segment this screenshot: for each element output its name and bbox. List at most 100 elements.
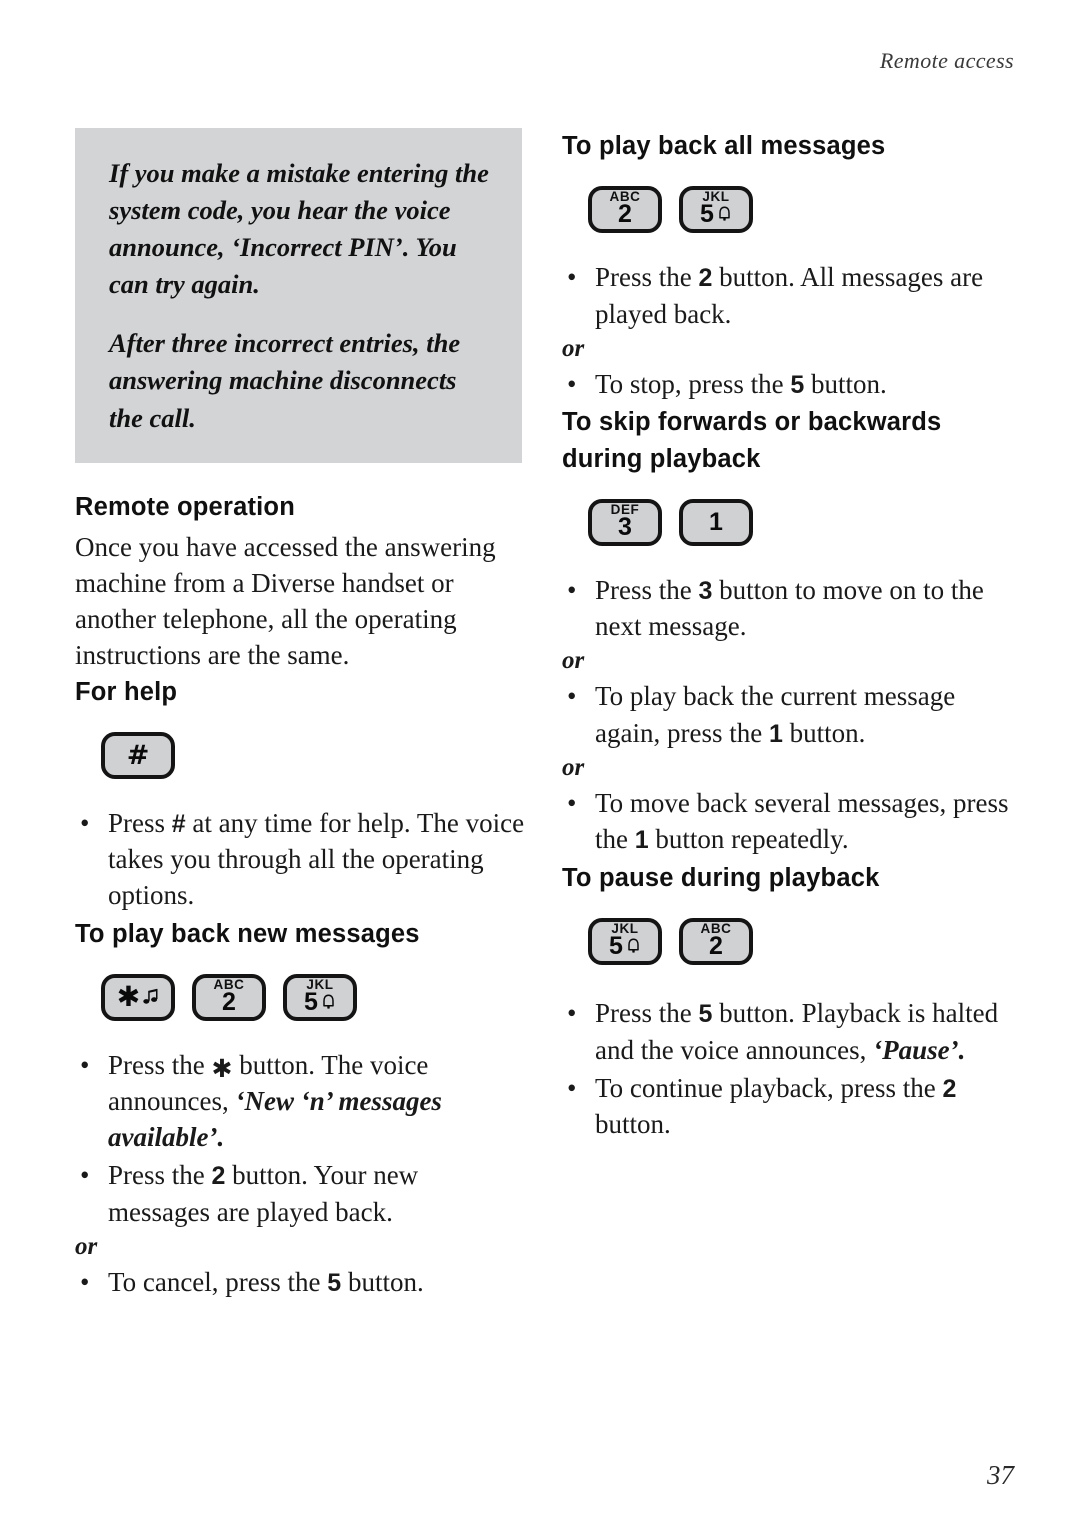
or-separator: or: [562, 647, 585, 675]
heading-play-back-all-messages: To play back all messages: [562, 132, 886, 160]
bullet-dot: •: [567, 1072, 577, 1103]
keycap-digit-5: 5: [700, 200, 714, 229]
keycap-two[interactable]: ABC 2: [192, 973, 266, 1021]
bullet-dot: •: [567, 998, 577, 1028]
keycap-row-play-new: ✱ ABC 2 JKL 5: [101, 973, 525, 1021]
star-key-glyphs: ✱: [116, 980, 159, 1014]
bullet-list-skip-back: • To move back several messages, press th…: [562, 785, 1012, 858]
list-item: • To play back the current message again,…: [562, 678, 1012, 751]
bullet-dot: •: [567, 788, 577, 819]
inline-key-5: 5: [327, 1268, 342, 1297]
bullet-text-suffix: button.: [804, 368, 887, 399]
inline-key-3: 3: [698, 576, 713, 605]
voice-announcement-text: ‘Pause’.: [873, 1034, 966, 1065]
list-item: • Press # at any time for help. The voice…: [75, 805, 525, 914]
keycap-digit-1: 1: [709, 507, 723, 536]
inline-key-1: 1: [634, 826, 649, 855]
list-item: • To move back several messages, press th…: [562, 785, 1012, 858]
list-item: • Press the 2 button. All messages are pl…: [562, 259, 1012, 332]
or-separator: or: [562, 754, 585, 782]
list-item: • To continue playback, press the 2 butto…: [562, 1070, 1012, 1143]
hash-icon: #: [126, 739, 150, 771]
list-item: • Press the 2 button. Your new messages a…: [75, 1157, 525, 1230]
five-key-glyphs: 5: [304, 990, 336, 1015]
callout-box: If you make a mistake entering the syste…: [75, 128, 522, 463]
bullet-list-play-all: • Press the 2 button. All messages are pl…: [562, 259, 1012, 332]
running-header: Remote access: [879, 48, 1014, 73]
keycap-one[interactable]: 1: [679, 498, 753, 546]
bullet-text-prefix: Press the: [595, 262, 699, 293]
right-column: To play back all messages ABC 2 JKL 5 • P: [562, 128, 1012, 1144]
keycap-digit-2: 2: [618, 200, 632, 229]
keycap-star[interactable]: ✱: [101, 973, 175, 1021]
bullet-list-play-new: • Press the ✱ button. The voice announces…: [75, 1047, 525, 1230]
bullet-dot: •: [80, 1266, 90, 1297]
list-item: • Press the ✱ button. The voice announces…: [75, 1047, 525, 1156]
bullet-dot: •: [567, 574, 577, 605]
heading-skip-forwards-backwards: To skip forwards or backwards during pla…: [562, 408, 942, 473]
inline-key-5: 5: [790, 370, 805, 399]
bullet-list-skip-repeat: • To play back the current message again,…: [562, 678, 1012, 751]
keycap-hash[interactable]: #: [101, 731, 175, 779]
keycap-two[interactable]: ABC 2: [588, 186, 662, 234]
keycap-digit-2: 2: [709, 932, 723, 961]
bullet-text-prefix: To cancel, press the: [108, 1266, 328, 1297]
bullet-text-suffix: button.: [595, 1109, 671, 1140]
bullet-dot: •: [567, 681, 577, 712]
keycap-five[interactable]: JKL 5: [283, 973, 357, 1021]
bullet-dot: •: [80, 1160, 90, 1191]
bell-icon: [719, 206, 730, 222]
bullet-text-prefix: Press the: [595, 574, 699, 605]
heading-pause-during-playback: To pause during playback: [562, 863, 880, 892]
inline-key-2: 2: [942, 1074, 957, 1103]
keycap-five[interactable]: JKL 5: [588, 918, 662, 965]
heading-remote-operation: Remote operation: [75, 492, 295, 521]
list-item: • To cancel, press the 5 button.: [75, 1264, 525, 1301]
keycap-row-skip: DEF 3 1: [588, 498, 1012, 546]
heading-play-back-new-messages: To play back new messages: [75, 919, 420, 948]
bullet-text-suffix: button.: [782, 717, 866, 748]
bullet-list-pause: • Press the 5 button. Playback is halted …: [562, 995, 1012, 1142]
bullet-text-prefix: Press the: [108, 1049, 212, 1080]
five-key-glyphs: 5: [609, 934, 641, 959]
bullet-dot: •: [80, 807, 90, 838]
or-separator: or: [75, 1232, 98, 1260]
keycap-row-pause: JKL 5 ABC 2: [588, 918, 1012, 965]
bullet-text-prefix: Press the: [595, 998, 699, 1028]
bullet-dot: •: [567, 368, 577, 399]
bell-icon: [628, 938, 639, 953]
heading-for-help: For help: [75, 677, 178, 706]
music-note-icon: [143, 989, 158, 1004]
callout-paragraph-1: If you make a mistake entering the syste…: [109, 158, 489, 300]
keycap-two[interactable]: ABC 2: [679, 918, 753, 965]
keycap-digit-2: 2: [222, 988, 236, 1017]
list-item: • To stop, press the 5 button.: [562, 366, 1012, 403]
bell-icon: [323, 994, 334, 1009]
keycap-three[interactable]: DEF 3: [588, 498, 662, 546]
bullet-list-play-new-cancel: • To cancel, press the 5 button.: [75, 1264, 525, 1301]
five-key-glyphs: 5: [700, 202, 732, 227]
bullet-dot: •: [567, 262, 577, 293]
inline-key-hash: #: [171, 809, 186, 838]
inline-key-2: 2: [698, 264, 713, 293]
keycap-five[interactable]: JKL 5: [679, 186, 753, 234]
inline-key-2: 2: [211, 1162, 226, 1191]
keycap-row-play-all: ABC 2 JKL 5: [588, 186, 1012, 234]
bullet-text-prefix: To continue playback, press the: [595, 1072, 943, 1103]
asterisk-icon: ✱: [116, 980, 141, 1014]
keycap-row-for-help: #: [101, 731, 525, 779]
bullet-dot: •: [80, 1049, 90, 1080]
left-column: If you make a mistake entering the syste…: [75, 128, 525, 1302]
page-number: 37: [987, 1460, 1014, 1490]
bullet-text-prefix: Press: [108, 807, 172, 838]
bullet-text-suffix: button.: [341, 1266, 424, 1297]
bullet-text-prefix: Press the: [108, 1160, 212, 1191]
bullet-list-skip-next: • Press the 3 button to move on to the ne…: [562, 572, 1012, 645]
keycap-digit-3: 3: [618, 513, 632, 542]
keycap-digit-5: 5: [609, 932, 623, 961]
list-item: • Press the 5 button. Playback is halted …: [562, 995, 1012, 1068]
inline-key-5: 5: [698, 1000, 713, 1028]
inline-key-star: ✱: [211, 1053, 233, 1083]
bullet-list-play-all-stop: • To stop, press the 5 button.: [562, 366, 1012, 403]
body-remote-operation: Once you have accessed the answering mac…: [75, 531, 496, 671]
